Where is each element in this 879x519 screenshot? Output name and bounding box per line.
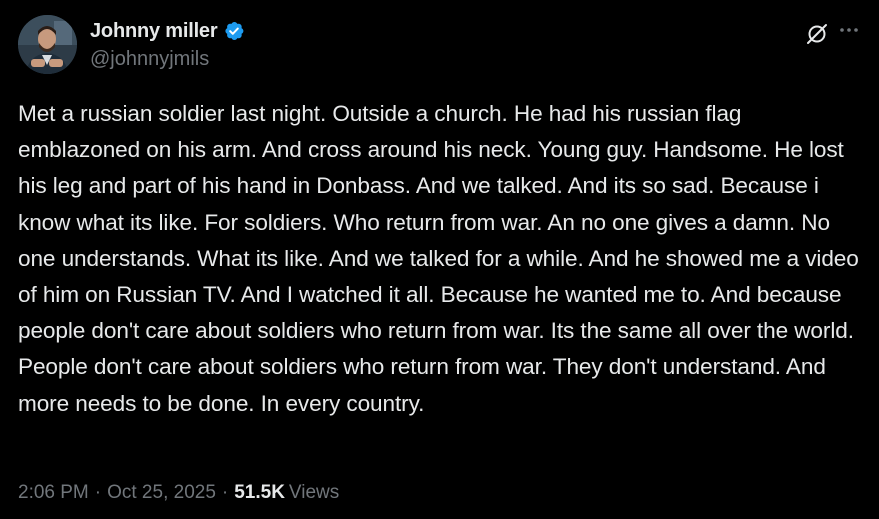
tweet-text: Met a russian soldier last night. Outsid… [18, 101, 865, 416]
avatar-image [18, 15, 77, 74]
tweet: Johnny miller @johnnyjmils Met a russian… [0, 0, 879, 519]
tweet-date[interactable]: Oct 25, 2025 [107, 482, 216, 504]
views-label: Views [288, 482, 340, 503]
tweet-meta: 2:06 PM · Oct 25, 2025 · 51.5K Views [18, 482, 339, 504]
avatar[interactable] [18, 15, 77, 74]
display-name[interactable]: Johnny miller [90, 20, 218, 43]
more-options-button[interactable] [837, 19, 861, 43]
tweet-header: Johnny miller @johnnyjmils [18, 15, 861, 75]
meta-separator: · [221, 482, 229, 503]
verified-badge-icon [223, 20, 245, 42]
grok-slash-circle-icon [807, 24, 827, 44]
user-handle[interactable]: @johnnyjmils [90, 48, 209, 71]
meta-separator: · [94, 482, 102, 503]
name-row: Johnny miller [90, 18, 245, 44]
ellipsis-icon [840, 28, 858, 32]
grok-button[interactable] [803, 19, 831, 47]
tweet-time[interactable]: 2:06 PM [18, 482, 89, 504]
views-count[interactable]: 51.5K [234, 482, 285, 504]
